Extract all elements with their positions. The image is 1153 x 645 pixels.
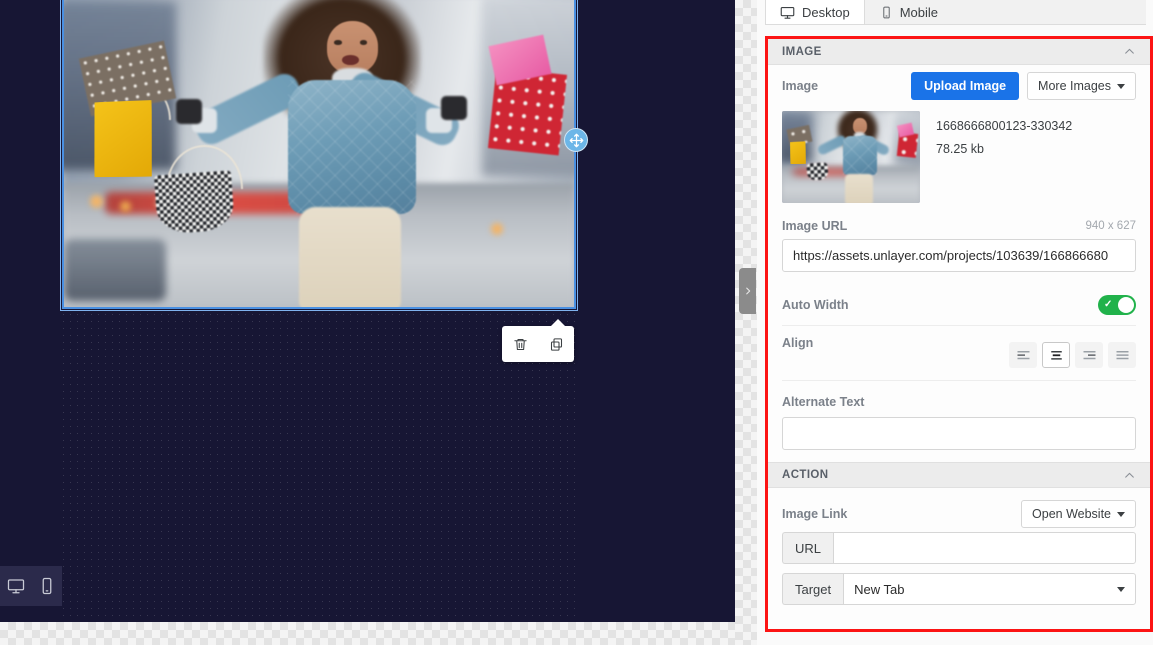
move-icon [569,133,583,147]
image-url-input[interactable] [782,239,1136,272]
chevron-down-icon [1117,586,1125,592]
image-link-type-value: Open Website [1032,507,1111,521]
desktop-icon [780,6,795,19]
image-upload-row: Image Upload Image More Images [782,65,1136,107]
auto-width-row: Auto Width ✓ [782,284,1136,326]
image-link-type-dropdown[interactable]: Open Website [1021,500,1136,528]
chevron-right-icon [745,287,750,295]
image-link-label: Image Link [782,507,848,521]
action-section-title: ACTION [782,469,829,481]
chevron-up-icon [1125,48,1134,54]
trash-icon [513,338,527,350]
image-link-row: Image Link Open Website [782,496,1136,532]
device-tabs: Desktop Mobile [765,0,1146,25]
auto-width-label: Auto Width [782,297,849,312]
tab-desktop-label: Desktop [802,4,850,20]
chevron-up-icon [1125,472,1134,478]
chevron-down-icon [1117,511,1125,517]
image-section-header[interactable]: IMAGE [768,39,1150,65]
alternate-text-input[interactable] [782,417,1136,450]
align-center-icon [1050,350,1062,360]
link-target-value: New Tab [854,581,905,597]
link-url-field: URL [782,532,1136,564]
link-url-prefix: URL [782,532,834,564]
align-right-button[interactable] [1075,342,1103,368]
image-url-field-wrap [782,233,1136,284]
thumbnail-content [782,111,920,203]
image-dimensions: 940 x 627 [1085,220,1136,232]
align-label: Align [782,336,814,350]
chevron-down-icon [1117,83,1125,89]
copy-icon [550,337,562,351]
alternate-text-block: Alternate Text [782,380,1136,462]
align-left-icon [1017,350,1029,359]
mobile-icon [42,577,51,595]
block-action-toolbar [502,319,574,362]
more-images-label: More Images [1038,79,1111,93]
image-preview-row: 1668666800123-330342 78.25 kb [782,107,1136,215]
upload-image-button[interactable]: Upload Image [911,72,1020,100]
image-file-info: 1668666800123-330342 78.25 kb [936,111,1072,203]
align-left-button[interactable] [1009,342,1037,368]
transparency-checker-bottom [0,622,735,645]
image-url-label: Image URL [782,219,848,233]
editor-canvas [0,0,735,622]
properties-panel: Desktop Mobile IMAGE Image Upload Image … [757,0,1153,645]
drag-move-handle[interactable] [564,128,588,152]
align-justify-button[interactable] [1108,342,1136,368]
link-target-dropdown[interactable]: New Tab [843,573,1136,605]
delete-block-button[interactable] [507,331,533,357]
more-images-dropdown[interactable]: More Images [1027,72,1136,100]
image-file-name: 1668666800123-330342 [936,119,1073,133]
align-row: Align [782,326,1136,380]
preview-mobile-button[interactable] [36,575,58,597]
image-url-label-row: Image URL 940 x 627 [782,215,1136,233]
tab-mobile-label: Mobile [899,4,938,20]
tab-mobile[interactable]: Mobile [865,0,953,24]
image-file-size: 78.25 kb [936,142,984,157]
link-target-field: Target New Tab [782,573,1136,605]
alternate-text-field-wrap [782,411,1136,462]
annotation-highlight-box: IMAGE Image Upload Image More Images 166… [765,36,1153,632]
align-center-button[interactable] [1042,342,1070,368]
image-label: Image [782,79,819,93]
preview-desktop-button[interactable] [5,575,27,597]
toggle-knob [1118,296,1134,313]
align-justify-icon [1116,350,1128,359]
image-section-title: IMAGE [782,45,822,58]
auto-width-toggle[interactable]: ✓ [1098,294,1136,315]
link-target-prefix: Target [782,573,844,605]
email-builder-screen: Desktop Mobile IMAGE Image Upload Image … [0,0,1153,645]
check-icon: ✓ [1104,298,1113,310]
image-content [64,0,574,307]
link-url-input[interactable] [833,532,1136,564]
tab-desktop[interactable]: Desktop [765,0,865,24]
duplicate-block-button[interactable] [543,331,569,357]
action-section-header[interactable]: ACTION [768,462,1150,488]
align-right-icon [1083,350,1095,359]
align-button-group [1009,336,1136,380]
mobile-icon [883,6,890,18]
alternate-text-label: Alternate Text [782,395,865,409]
action-section-body: Image Link Open Website URL Target New T… [768,488,1150,605]
image-thumbnail[interactable] [782,111,920,203]
preview-mode-toggle [0,566,62,606]
image-section-body: Image Upload Image More Images 166866680… [768,65,1150,462]
desktop-icon [7,579,24,594]
selected-image-block[interactable] [60,0,578,311]
collapse-panel-button[interactable] [739,268,756,314]
